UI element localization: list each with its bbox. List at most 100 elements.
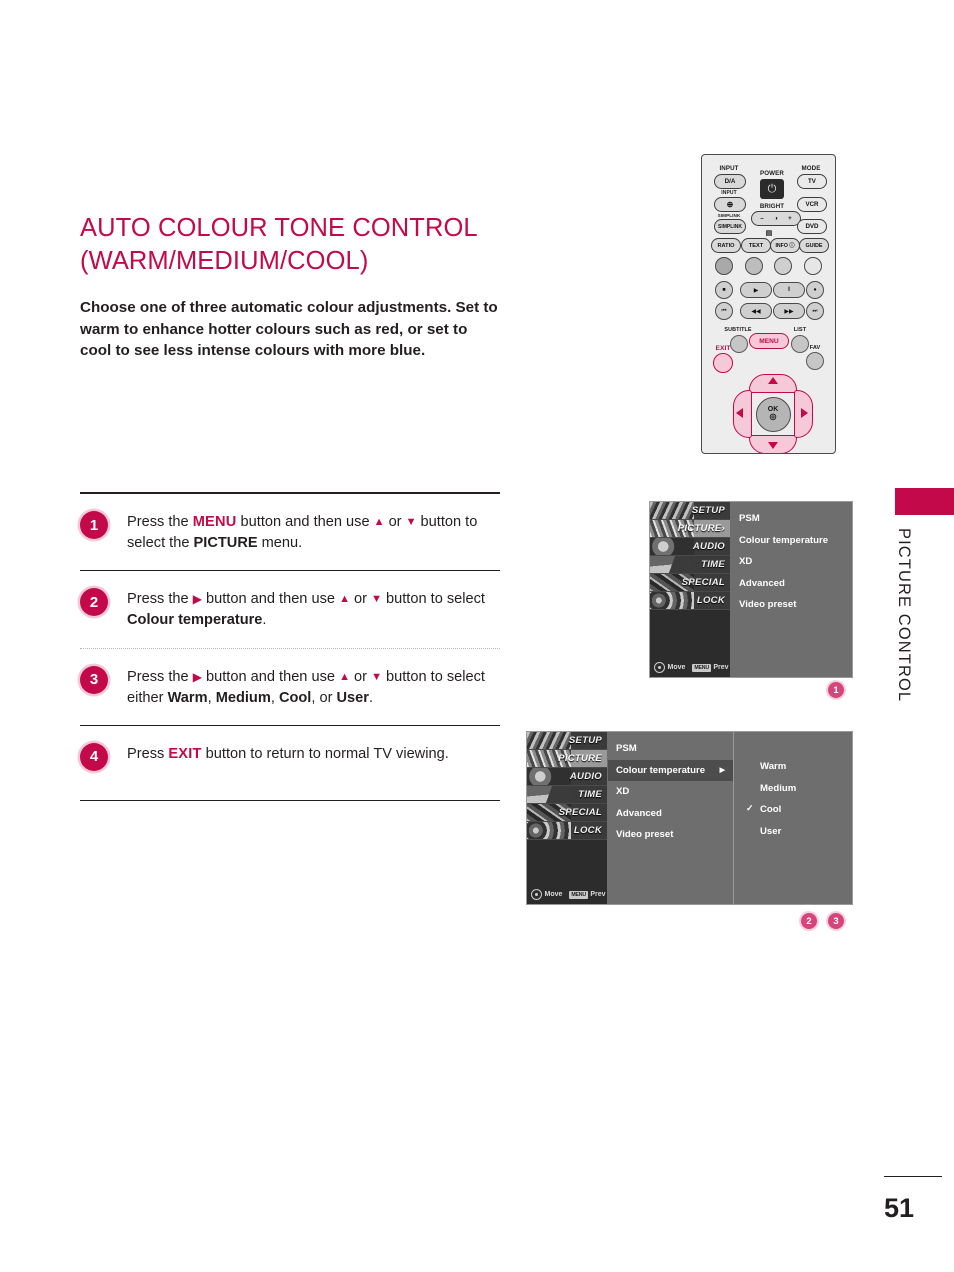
osd-sidebar-item-lock[interactable]: LOCK <box>650 592 730 610</box>
menu-button[interactable]: MENU <box>749 333 789 349</box>
text: or <box>384 514 406 530</box>
next-icon[interactable]: ⏭ <box>806 302 824 320</box>
remote-label-input2: INPUT <box>721 190 737 196</box>
section-tab <box>895 488 954 515</box>
remote-button-fav[interactable] <box>806 352 824 370</box>
remote-button-ratio[interactable]: RATIO <box>711 238 741 253</box>
step-item: 2 Press the ▶ button and then use ▲ or ▼… <box>80 571 500 647</box>
osd-menu-item[interactable]: Colour temperature ▶ <box>608 759 733 782</box>
remote-button-input-select[interactable]: ⊕ <box>714 197 746 212</box>
navigation-dpad[interactable]: OK ◎ <box>733 374 813 453</box>
section-label: PICTURE CONTROL <box>895 528 913 703</box>
osd-sidebar-item-setup[interactable]: SETUP <box>527 732 607 750</box>
remote-button-bright[interactable]: – ◑ + <box>751 211 801 226</box>
manual-page: AUTO COLOUR TONE CONTROL (WARM/MEDIUM/CO… <box>0 0 954 1272</box>
osd-item-list: PSM Colour temperature XD Advanced Video pre… <box>731 502 852 677</box>
osd-submenu-item[interactable]: ✓ Cool <box>734 799 852 821</box>
text: button to return to normal TV viewing. <box>201 745 449 762</box>
power-icon[interactable]: ⏻ <box>760 179 784 199</box>
osd-sidebar-item-label: SPECIAL <box>681 577 725 588</box>
osd-sidebar-item-setup[interactable]: SETUP <box>650 502 730 520</box>
emphasis: Medium <box>215 689 271 706</box>
osd-footer-prev-label: Prev <box>713 664 729 671</box>
osd-sidebar-thumbnail <box>650 592 694 609</box>
colour-key-red[interactable] <box>715 257 733 275</box>
osd-footer-move-label: Move <box>544 891 563 898</box>
remote-button-da[interactable]: D/A <box>714 174 746 189</box>
pause-icon[interactable]: ‖ <box>773 282 805 298</box>
exit-button[interactable] <box>713 353 733 373</box>
rewind-icon[interactable]: ◀◀ <box>740 303 772 319</box>
osd-menu-item[interactable]: PSM <box>608 738 733 760</box>
step-marker: 2 <box>801 913 817 929</box>
remote-label-fav: FAV <box>809 345 821 351</box>
osd-submenu-arrow-icon: ▶ <box>719 766 725 774</box>
osd-sidebar-item-picture[interactable]: PICTURE › <box>650 520 730 538</box>
osd-sidebar-item-audio[interactable]: AUDIO <box>650 538 730 556</box>
remote-button-tv[interactable]: TV <box>797 174 827 189</box>
osd-menu-item-label: Video preset <box>616 829 674 841</box>
remote-button-info[interactable]: INFO ⓘ <box>770 238 800 253</box>
colour-key-yellow[interactable] <box>774 257 792 275</box>
osd-sidebar-item-time[interactable]: TIME <box>527 786 607 804</box>
osd-sidebar-thumbnail <box>527 732 571 749</box>
up-arrow-icon: ▲ <box>373 516 385 528</box>
ok-target-icon: ◎ <box>769 412 777 422</box>
remote-label-list: LIST <box>793 327 807 333</box>
emphasis: User <box>336 689 369 706</box>
text: button and then use <box>201 591 340 608</box>
colour-key-blue[interactable] <box>804 257 822 275</box>
step-badge: 4 <box>80 742 108 771</box>
osd-sidebar-item-time[interactable]: TIME <box>650 556 730 574</box>
osd-submenu-item[interactable]: Warm <box>734 756 852 778</box>
remote-button-text[interactable]: TEXT <box>741 238 771 253</box>
osd-menu-item-label: Advanced <box>616 807 662 819</box>
fast-forward-icon[interactable]: ▶▶ <box>773 303 805 319</box>
osd-submenu-item[interactable]: User <box>734 821 852 843</box>
record-icon[interactable]: ● <box>806 281 824 299</box>
remote-label-subtitle: SUBTITLE <box>724 327 752 333</box>
text: button and then use <box>236 514 374 530</box>
osd-menu-item[interactable]: Video preset <box>608 824 733 846</box>
remote-button-vcr[interactable]: VCR <box>797 197 827 212</box>
play-icon[interactable]: ▶ <box>740 282 772 298</box>
text: , <box>270 689 279 706</box>
osd-sidebar-thumbnail <box>527 822 571 839</box>
osd-sidebar-thumbnail <box>527 786 571 803</box>
osd-sidebar-item-label: PICTURE <box>677 523 722 534</box>
step-badge: 3 <box>80 665 108 694</box>
osd-menu-item[interactable]: Advanced <box>731 573 852 595</box>
step-item: 4 Press EXIT button to return to normal … <box>80 726 500 800</box>
osd-submenu-item[interactable]: Medium <box>734 778 852 800</box>
osd-screenshot-step1: SETUP PICTURE › AUDIO TIME SPECIAL LOCK Move … <box>649 501 853 678</box>
remote-button-simplink[interactable]: SIMPLINK <box>714 219 746 234</box>
stop-icon[interactable]: ■ <box>715 281 733 299</box>
osd-menu-item[interactable]: XD <box>731 551 852 573</box>
osd-sidebar-item-lock[interactable]: LOCK <box>527 822 607 840</box>
osd-menu-item[interactable]: Colour temperature <box>731 530 852 552</box>
remote-button-dvd[interactable]: DVD <box>797 219 827 234</box>
osd-footer-prev: MENU Prev <box>569 890 606 899</box>
osd-sidebar-item-audio[interactable]: AUDIO <box>527 768 607 786</box>
osd-menu-item[interactable]: Advanced <box>608 803 733 825</box>
osd-sidebar-item-special[interactable]: SPECIAL <box>527 804 607 822</box>
remote-button-guide[interactable]: GUIDE <box>799 238 829 253</box>
colour-key-green[interactable] <box>745 257 763 275</box>
osd-menu-item[interactable]: PSM <box>731 508 852 530</box>
osd-menu-item-label: XD <box>616 786 630 798</box>
text: , or <box>311 689 337 706</box>
osd-footer-prev-label: Prev <box>590 891 606 898</box>
osd-footer-move-label: Move <box>667 664 686 671</box>
osd-sidebar-item-label: LOCK <box>696 595 725 606</box>
ok-button[interactable]: OK ◎ <box>755 396 791 432</box>
right-arrow-icon: ▶ <box>192 592 202 607</box>
osd-sidebar-item-special[interactable]: SPECIAL <box>650 574 730 592</box>
bright-plus-icon: + <box>788 215 792 222</box>
brightness-icon: ◑ <box>774 215 778 222</box>
osd-sidebar-item-picture[interactable]: PICTURE <box>527 750 607 768</box>
page-title-line2: (WARM/MEDIUM/COOL) <box>80 246 369 275</box>
osd-menu-item-label: Video preset <box>739 599 797 611</box>
osd-menu-item[interactable]: Video preset <box>731 594 852 616</box>
osd-menu-item[interactable]: XD <box>608 781 733 803</box>
previous-icon[interactable]: ⏮ <box>715 302 733 320</box>
